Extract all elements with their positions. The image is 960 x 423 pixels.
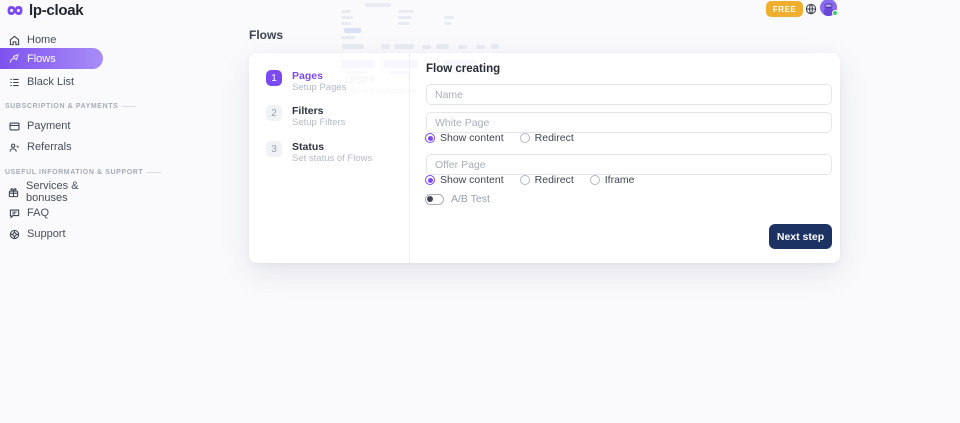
online-status-dot <box>832 10 838 16</box>
radio-label: Redirect <box>535 174 574 186</box>
step-pages[interactable]: 1 Pages Setup Pages <box>266 70 346 93</box>
white-page-input[interactable] <box>426 112 832 133</box>
sidebar-item-faq[interactable]: FAQ <box>0 203 103 223</box>
radio-icon <box>425 175 435 185</box>
radio-icon <box>590 175 600 185</box>
toggle-knob <box>427 196 433 202</box>
chat-icon <box>8 207 20 219</box>
sidebar-item-payment[interactable]: Payment <box>0 116 103 136</box>
radio-redirect[interactable]: Redirect <box>520 132 574 144</box>
radio-show-content[interactable]: Show content <box>425 132 504 144</box>
step-number: 3 <box>266 141 282 157</box>
flow-creating-modal: 1 Pages Setup Pages 2 Filters Setup Filt… <box>249 53 840 263</box>
step-title: Pages <box>292 70 346 82</box>
radio-redirect[interactable]: Redirect <box>520 174 574 186</box>
sidebar-item-label: Flows <box>27 53 56 65</box>
next-step-button[interactable]: Next step <box>769 224 832 249</box>
sidebar-item-flows[interactable]: Flows <box>0 48 103 69</box>
flow-name-input[interactable] <box>426 84 832 105</box>
radio-icon <box>520 133 530 143</box>
step-filters[interactable]: 2 Filters Setup Filters <box>266 105 345 128</box>
flows-icon <box>8 53 20 65</box>
sidebar-item-label: Payment <box>27 120 70 132</box>
sidebar-section-subscription: SUBSCRIPTION & PAYMENTS <box>5 103 136 110</box>
language-globe-icon[interactable] <box>805 2 817 14</box>
step-number: 1 <box>266 70 282 86</box>
list-icon <box>8 76 20 88</box>
page-title: Flows <box>249 28 283 42</box>
radio-label: Iframe <box>605 174 635 186</box>
radio-label: Redirect <box>535 132 574 144</box>
offer-page-input[interactable] <box>426 154 832 175</box>
step-status[interactable]: 3 Status Set status of Flows <box>266 141 372 164</box>
radio-label: Show content <box>440 174 504 186</box>
sidebar-item-label: Black List <box>27 76 74 88</box>
sidebar-item-services[interactable]: Services & bonuses <box>0 182 103 202</box>
people-icon <box>8 141 20 153</box>
brand-name: lp-cloak <box>29 2 83 19</box>
step-desc: Setup Filters <box>292 117 345 128</box>
ab-test-label: A/B Test <box>451 193 490 205</box>
sidebar-item-label: Home <box>27 34 56 46</box>
sidebar-item-label: Services & bonuses <box>26 180 103 204</box>
radio-icon <box>520 175 530 185</box>
ab-test-toggle-row[interactable]: A/B Test <box>425 193 490 205</box>
lifebuoy-icon <box>8 228 20 240</box>
sidebar-section-support: USEFUL INFORMATION & SUPPORT <box>5 169 161 176</box>
gift-icon <box>8 186 19 198</box>
sidebar: lp-cloak Home Flows Black List SUBSCRIPT… <box>0 0 110 423</box>
sidebar-item-home[interactable]: Home <box>0 30 103 50</box>
step-number: 2 <box>266 105 282 121</box>
sidebar-item-label: Referrals <box>27 141 72 153</box>
step-desc: Set status of Flows <box>292 153 372 164</box>
credit-card-icon <box>8 120 20 132</box>
step-title: Status <box>292 141 372 153</box>
sidebar-item-referrals[interactable]: Referrals <box>0 137 103 157</box>
offer-page-mode-radios: Show content Redirect Iframe <box>425 174 635 186</box>
radio-icon <box>425 133 435 143</box>
sidebar-item-label: FAQ <box>27 207 49 219</box>
radio-label: Show content <box>440 132 504 144</box>
step-desc: Setup Pages <box>292 82 346 93</box>
sidebar-item-label: Support <box>27 228 66 240</box>
ab-test-toggle[interactable] <box>425 194 444 205</box>
sidebar-item-support[interactable]: Support <box>0 224 103 244</box>
modal-divider <box>409 53 410 263</box>
free-plan-badge[interactable]: FREE <box>766 1 803 17</box>
modal-title: Flow creating <box>426 63 500 75</box>
radio-iframe[interactable]: Iframe <box>590 174 635 186</box>
brand-logo: lp-cloak <box>6 2 83 19</box>
sidebar-item-black-list[interactable]: Black List <box>0 72 103 92</box>
radio-show-content[interactable]: Show content <box>425 174 504 186</box>
mask-logo-icon <box>6 4 24 17</box>
white-page-mode-radios: Show content Redirect <box>425 132 574 144</box>
step-title: Filters <box>292 105 345 117</box>
home-icon <box>8 34 20 46</box>
